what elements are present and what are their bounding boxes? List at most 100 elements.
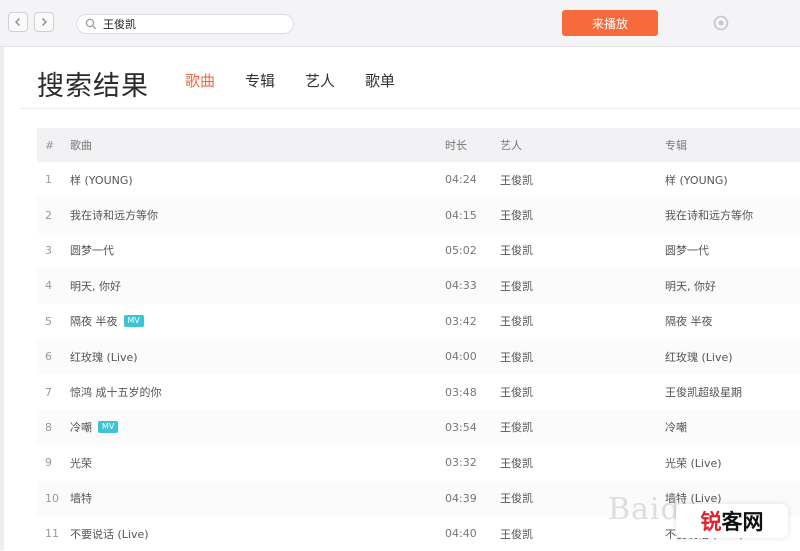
row-duration: 04:40 — [445, 527, 477, 541]
row-duration: 04:00 — [445, 350, 477, 364]
song-title[interactable]: 惊鸿 成十五岁的你 — [70, 384, 162, 400]
mv-badge[interactable]: MV — [98, 421, 119, 434]
header-artist[interactable]: 艺人 — [500, 137, 665, 153]
back-button[interactable] — [8, 12, 28, 32]
row-duration: 03:42 — [445, 314, 477, 328]
row-album[interactable]: 隔夜 半夜 — [665, 313, 800, 329]
row-index: 6 — [45, 350, 52, 364]
row-album[interactable]: 光荣 (Live) — [665, 455, 800, 471]
row-album[interactable]: 我在诗和远方等你 — [665, 207, 800, 223]
row-song[interactable]: 冷嘲 MV — [70, 419, 445, 435]
row-album[interactable]: 样 (YOUNG) — [665, 172, 800, 188]
table-row[interactable]: 8 冷嘲 MV 03:54 王俊凯 冷嘲 — [37, 409, 800, 446]
row-index: 10 — [45, 491, 59, 505]
search-box[interactable] — [76, 14, 294, 34]
header-divider — [20, 108, 800, 109]
gear-icon[interactable] — [712, 14, 730, 32]
row-index: 11 — [45, 527, 59, 541]
brand-watermark-suffix: 客网 — [721, 510, 764, 534]
row-artist[interactable]: 王俊凯 — [500, 242, 665, 258]
row-duration: 03:32 — [445, 456, 477, 470]
song-title[interactable]: 光荣 — [70, 455, 92, 471]
row-artist[interactable]: 王俊凯 — [500, 419, 665, 435]
brand-watermark-prefix: 锐 — [700, 510, 722, 534]
row-duration: 04:24 — [445, 173, 477, 187]
row-index: 4 — [45, 279, 52, 293]
row-album[interactable]: 王俊凯超级星期 — [665, 384, 800, 400]
song-title[interactable]: 我在诗和远方等你 — [70, 207, 158, 223]
row-song[interactable]: 惊鸿 成十五岁的你 — [70, 384, 445, 400]
row-index: 9 — [45, 456, 52, 470]
tab-albums[interactable]: 专辑 — [245, 71, 275, 91]
row-album[interactable]: 红玫瑰 (Live) — [665, 349, 800, 365]
row-album[interactable]: 明天, 你好 — [665, 278, 800, 294]
row-duration: 03:48 — [445, 385, 477, 399]
row-song[interactable]: 光荣 — [70, 455, 445, 471]
song-title[interactable]: 圆梦一代 — [70, 242, 114, 258]
row-album[interactable]: 圆梦一代 — [665, 242, 800, 258]
table-row[interactable]: 9 光荣 03:32 王俊凯 光荣 (Live) — [37, 445, 800, 480]
row-artist[interactable]: 王俊凯 — [500, 349, 665, 365]
table-row[interactable]: 4 明天, 你好 04:33 王俊凯 明天, 你好 — [37, 268, 800, 304]
row-artist[interactable]: 王俊凯 — [500, 278, 665, 294]
row-song[interactable]: 隔夜 半夜 MV — [70, 313, 445, 329]
top-toolbar: 来播放 — [0, 0, 800, 47]
brand-watermark: 锐客网 — [676, 504, 788, 538]
table-row[interactable]: 2 我在诗和远方等你 04:15 王俊凯 我在诗和远方等你 — [37, 197, 800, 233]
table-row[interactable]: 6 红玫瑰 (Live) 04:00 王俊凯 红玫瑰 (Live) — [37, 338, 800, 375]
tab-artists[interactable]: 艺人 — [305, 71, 335, 91]
row-duration: 04:15 — [445, 208, 477, 222]
tab-playlists[interactable]: 歌单 — [365, 71, 395, 91]
row-album[interactable]: 冷嘲 — [665, 419, 800, 435]
row-song[interactable]: 墙特 — [70, 490, 445, 506]
row-song[interactable]: 我在诗和远方等你 — [70, 207, 445, 223]
page-title: 搜索结果 — [37, 71, 149, 102]
header-song[interactable]: 歌曲 — [70, 137, 445, 153]
row-artist[interactable]: 王俊凯 — [500, 384, 665, 400]
search-input[interactable] — [103, 16, 283, 32]
table-row[interactable]: 7 惊鸿 成十五岁的你 03:48 王俊凯 王俊凯超级星期 — [37, 374, 800, 409]
row-index: 2 — [45, 208, 52, 222]
open-player-button[interactable]: 来播放 — [562, 10, 658, 36]
table-row[interactable]: 1样 (YOUNG) 04:24 王俊凯样 (YOUNG) — [37, 162, 800, 197]
header-duration[interactable]: 时长 — [445, 137, 500, 153]
mv-badge[interactable]: MV — [123, 315, 144, 328]
song-title[interactable]: 红玫瑰 (Live) — [70, 349, 138, 365]
header-album[interactable]: 专辑 — [665, 137, 800, 153]
row-index: 5 — [45, 314, 52, 328]
song-results-table: # 歌曲 时长 艺人 专辑 1样 (YOUNG) 04:24 王俊凯样 (YOUNG… — [37, 128, 800, 551]
row-index: 1 — [45, 173, 52, 187]
table-row[interactable]: 5 隔夜 半夜 MV 03:42 王俊凯 隔夜 半夜 — [37, 304, 800, 339]
song-title[interactable]: 墙特 — [70, 490, 92, 506]
row-index: 7 — [45, 385, 52, 399]
sidebar-edge — [0, 47, 4, 550]
table-header: # 歌曲 时长 艺人 专辑 — [37, 128, 800, 162]
song-title[interactable]: 不要说话 (Live) — [70, 526, 149, 542]
song-title[interactable]: 冷嘲 — [70, 419, 92, 435]
row-artist[interactable]: 王俊凯 — [500, 172, 665, 188]
row-duration: 05:02 — [445, 243, 477, 257]
song-title[interactable]: 明天, 你好 — [70, 278, 121, 294]
row-artist[interactable]: 王俊凯 — [500, 207, 665, 223]
row-song[interactable]: 不要说话 (Live) — [70, 526, 445, 542]
search-icon — [85, 17, 99, 31]
row-song[interactable]: 圆梦一代 — [70, 242, 445, 258]
tab-songs[interactable]: 歌曲 — [185, 71, 215, 91]
header-index: # — [45, 138, 55, 152]
result-tabs: 歌曲 专辑 艺人 歌单 — [185, 71, 425, 91]
forward-button[interactable] — [34, 12, 54, 32]
row-song[interactable]: 明天, 你好 — [70, 278, 445, 294]
chevron-right-icon — [42, 18, 47, 26]
row-artist[interactable]: 王俊凯 — [500, 313, 665, 329]
song-title[interactable]: 样 (YOUNG) — [70, 172, 133, 188]
row-duration: 04:39 — [445, 491, 477, 505]
song-title[interactable]: 隔夜 半夜 — [70, 313, 118, 329]
row-song[interactable]: 样 (YOUNG) — [70, 172, 445, 188]
chevron-left-icon — [15, 18, 20, 26]
row-song[interactable]: 红玫瑰 (Live) — [70, 349, 445, 365]
row-artist[interactable]: 王俊凯 — [500, 455, 665, 471]
row-artist[interactable]: 王俊凯 — [500, 526, 665, 542]
row-duration: 03:54 — [445, 420, 477, 434]
table-row[interactable]: 3 圆梦一代 05:02 王俊凯 圆梦一代 — [37, 233, 800, 268]
row-index: 3 — [45, 243, 52, 257]
